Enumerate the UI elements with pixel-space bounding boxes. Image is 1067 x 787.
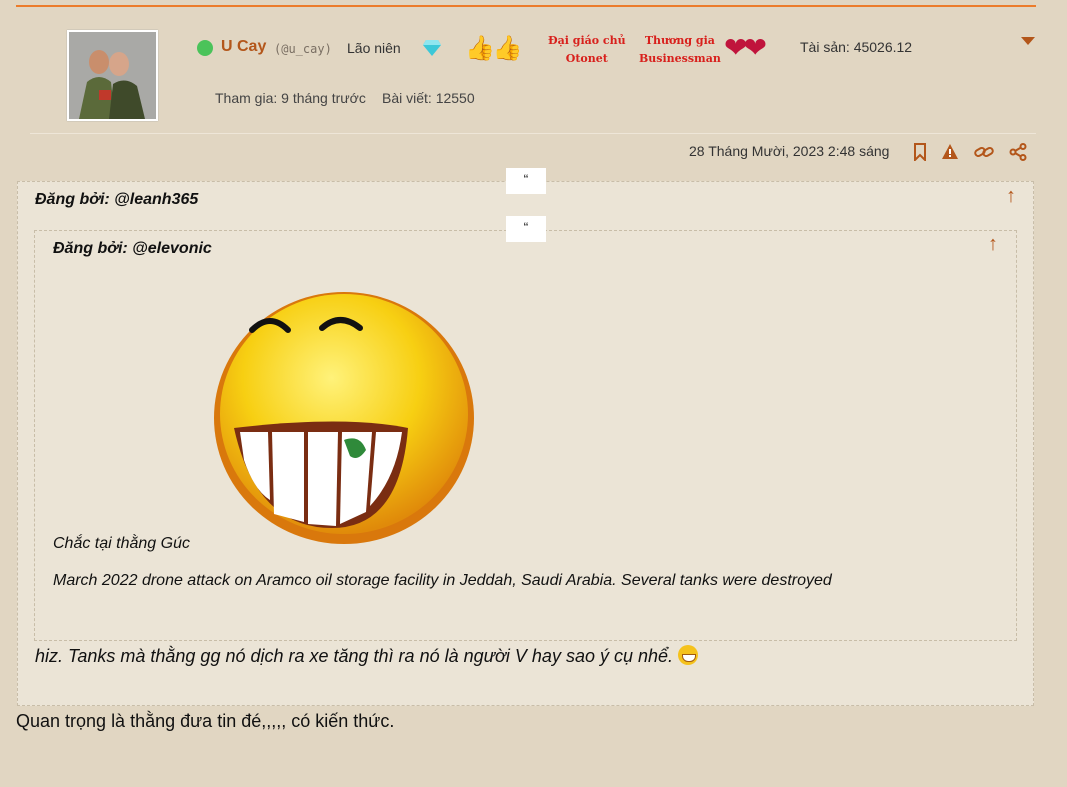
quote-author[interactable]: Đăng bởi: @leanh365	[35, 191, 198, 209]
post-body: Quan trọng là thằng đưa tin đé,,,,, có k…	[16, 711, 395, 731]
quote-reply-text: hiz. Tanks mà thằng gg nó dịch ra xe tăn…	[35, 645, 699, 667]
badge-line: Otonet	[565, 52, 608, 65]
jump-to-quote-icon[interactable]: ↑	[988, 233, 998, 256]
share-icon[interactable]	[1009, 143, 1027, 161]
link-icon[interactable]	[974, 143, 994, 161]
diamond-icon	[423, 40, 441, 61]
user-rank: Lão niên	[347, 40, 401, 56]
quote-mark-icon: “	[506, 168, 546, 194]
thumbs-up-badge-icon: 👍👍	[465, 35, 523, 62]
join-date: Tham gia: 9 tháng trước	[215, 90, 366, 106]
grinning-emoji-image	[210, 290, 480, 557]
chevron-down-icon[interactable]	[1021, 37, 1035, 45]
grin-emoji-icon	[678, 645, 699, 665]
username[interactable]: U Cay	[221, 38, 266, 56]
bookmark-icon[interactable]	[912, 143, 930, 163]
post-count: Bài viết: 12550	[382, 90, 475, 106]
jump-to-quote-icon[interactable]: ↑	[1006, 185, 1016, 208]
online-status-dot	[197, 40, 213, 56]
avatar[interactable]	[67, 30, 158, 121]
post-date[interactable]: 28 Tháng Mười, 2023 2:48 sáng	[689, 143, 889, 159]
quote-author[interactable]: Đăng bởi: @elevonic	[53, 240, 212, 258]
badge-line: Thương gia	[644, 34, 715, 47]
badge-line: Businessman	[639, 52, 721, 65]
quote-text: Chắc tại thằng Gúc	[53, 535, 190, 552]
quote-reply-content: hiz. Tanks mà thằng gg nó dịch ra xe tăn…	[35, 646, 674, 666]
hearts-icon: ❤❤	[724, 32, 767, 63]
quote-text: March 2022 drone attack on Aramco oil st…	[53, 572, 832, 589]
warning-icon[interactable]	[941, 143, 959, 161]
top-accent-line	[16, 5, 1036, 7]
badge-thuong-gia: Thương gia Businessman	[639, 32, 721, 68]
divider	[30, 133, 1036, 134]
user-handle: (@u_cay)	[274, 42, 332, 56]
badge-dai-giao-chu: Đại giáo chủ Otonet	[548, 32, 626, 68]
user-assets: Tài sản: 45026.12	[800, 39, 913, 55]
badge-line: Đại giáo chủ	[548, 34, 626, 47]
quote-mark-icon: “	[506, 216, 546, 242]
